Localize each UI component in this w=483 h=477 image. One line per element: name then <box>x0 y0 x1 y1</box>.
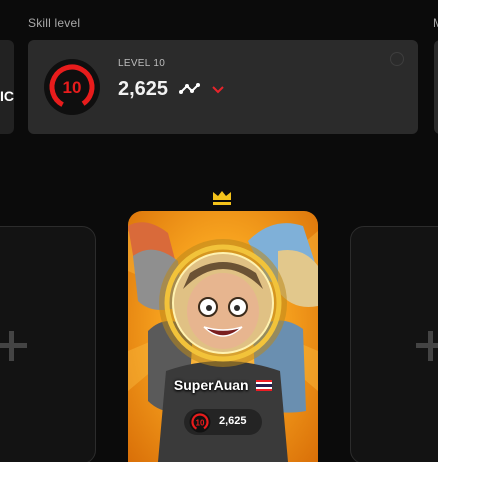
player-level: 10 <box>196 419 205 428</box>
app-window: Skill level M IC 10 LEVEL 10 2,625 <box>0 0 438 462</box>
empty-party-slot-right[interactable] <box>350 226 438 462</box>
skill-level-heading: Skill level <box>28 16 81 30</box>
next-stat-card[interactable] <box>434 40 438 134</box>
thailand-flag-icon <box>256 380 273 391</box>
trend-graph-icon <box>179 83 200 94</box>
plus-icon <box>416 331 438 361</box>
skill-level-badge: 10 <box>44 59 100 115</box>
player-name-row: SuperAuan <box>128 377 318 395</box>
player-name[interactable]: SuperAuan <box>174 377 249 393</box>
player-elo: 2,625 <box>219 415 247 427</box>
crown-icon <box>213 191 231 205</box>
party-leader-card[interactable]: SuperAuan 10 2,625 <box>128 211 318 462</box>
next-section-heading-fragment: M <box>433 16 438 30</box>
chevron-down-icon[interactable] <box>212 85 224 94</box>
level-label: LEVEL 10 <box>118 58 166 69</box>
elo-value: 2,625 <box>118 78 169 100</box>
player-level-badge: 10 <box>189 411 211 433</box>
skill-badge-level: 10 <box>63 78 82 97</box>
previous-stat-card-text: IC <box>0 88 14 104</box>
plus-icon <box>0 331 27 361</box>
empty-party-slot-left[interactable] <box>0 226 96 462</box>
info-icon[interactable] <box>390 52 404 66</box>
previous-stat-card[interactable]: IC <box>0 40 14 134</box>
player-elo-pill: 10 2,625 <box>184 409 262 435</box>
skill-level-card[interactable]: 10 LEVEL 10 2,625 <box>28 40 418 134</box>
